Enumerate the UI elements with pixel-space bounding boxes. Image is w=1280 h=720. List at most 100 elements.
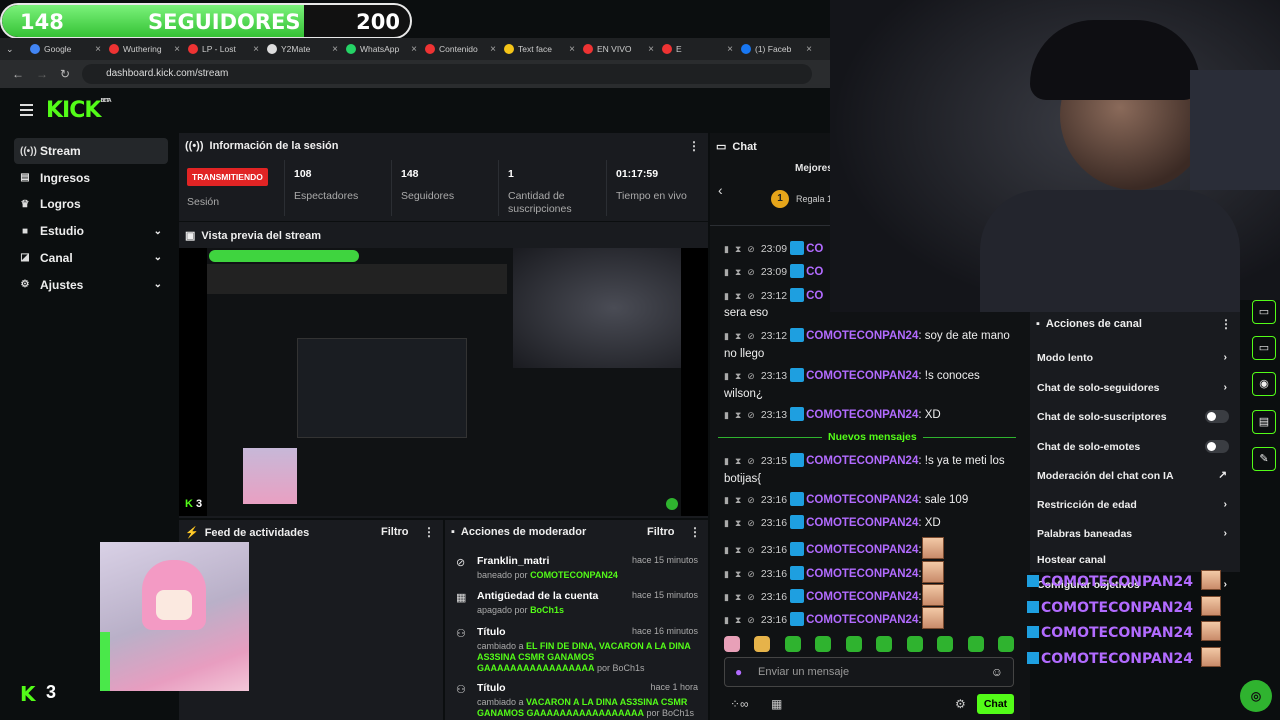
toggle-switch[interactable] (1205, 440, 1229, 453)
tab-close-icon[interactable]: × (648, 44, 654, 55)
rail-button-1[interactable]: ▭ (1252, 300, 1276, 324)
message-username[interactable]: COMOTECONPAN24 (806, 544, 918, 556)
url-field[interactable]: dashboard.kick.com/stream (82, 64, 813, 84)
toggle-switch[interactable] (1205, 410, 1229, 423)
browser-tab[interactable]: Text face × (500, 38, 579, 60)
message-username[interactable]: COMOTECONPAN24 (806, 330, 918, 342)
delete-message-icon[interactable]: ▮ (724, 569, 729, 579)
session-menu-icon[interactable]: ⋮ (688, 139, 700, 153)
mod-menu-icon[interactable]: ⋮ (689, 525, 701, 539)
reload-icon[interactable]: ↻ (60, 67, 70, 81)
ban-icon[interactable]: ⊘ (747, 456, 755, 466)
message-username[interactable]: CO (806, 266, 823, 278)
emote-picker-icon[interactable] (876, 636, 893, 652)
ban-icon[interactable]: ⊘ (747, 410, 755, 420)
delete-message-icon[interactable]: ▮ (724, 592, 729, 602)
timeout-icon[interactable]: ⧗ (735, 545, 741, 555)
browser-tab[interactable]: Wuthering × (105, 38, 184, 60)
tab-close-icon[interactable]: × (253, 44, 259, 55)
mic-icon[interactable]: ● (735, 665, 742, 679)
tab-close-icon[interactable]: × (806, 44, 812, 55)
tab-close-icon[interactable]: × (95, 44, 101, 55)
back-icon[interactable]: ← (12, 67, 24, 81)
tab-close-icon[interactable]: × (490, 44, 496, 55)
ban-icon[interactable]: ⊘ (747, 615, 755, 625)
timeout-icon[interactable]: ⧗ (735, 615, 741, 625)
ban-icon[interactable]: ⊘ (747, 518, 755, 528)
emote-picker-icon[interactable] (967, 636, 984, 652)
timeout-icon[interactable]: ⧗ (735, 331, 741, 341)
timeout-icon[interactable]: ⧗ (735, 267, 741, 277)
delete-message-icon[interactable]: ▮ (724, 456, 729, 466)
tab-close-icon[interactable]: × (727, 44, 733, 55)
rail-layout-icon[interactable]: ▤ (1252, 410, 1276, 434)
ban-icon[interactable]: ⊘ (747, 569, 755, 579)
delete-message-icon[interactable]: ▮ (724, 371, 729, 381)
emote-picker-icon[interactable] (815, 636, 832, 652)
delete-message-icon[interactable]: ▮ (724, 495, 729, 505)
message-username[interactable]: COMOTECONPAN24 (806, 494, 918, 506)
timeout-icon[interactable]: ⧗ (735, 569, 741, 579)
message-username[interactable]: COMOTECONPAN24 (806, 370, 918, 382)
sidebar-item-stream[interactable]: ((•)) Stream (14, 138, 168, 164)
tab-close-icon[interactable]: × (569, 44, 575, 55)
message-username[interactable]: CO (806, 243, 823, 255)
ban-icon[interactable]: ⊘ (747, 331, 755, 341)
channel-action-palabras-baneadas[interactable]: Palabras baneadas › (1037, 527, 1233, 540)
message-username[interactable]: COMOTECONPAN24 (806, 455, 918, 467)
activity-filter-button[interactable]: Filtro (381, 526, 409, 538)
timeout-icon[interactable]: ⧗ (735, 495, 741, 505)
sidebar-item-estudio[interactable]: ■ Estudio ⌄ (14, 218, 168, 244)
emote-picker-icon[interactable] (906, 636, 923, 652)
timeout-icon[interactable]: ⧗ (735, 518, 741, 528)
rail-chat-icon[interactable]: ▭ (1252, 336, 1276, 360)
channel-action-chat-de-solo-emotes[interactable]: Chat de solo-emotes (1037, 440, 1233, 453)
stream-preview-video[interactable]: K 3 (179, 248, 708, 516)
emote-picker-icon[interactable] (784, 636, 801, 652)
sidebar-item-ajustes[interactable]: ⚙ Ajustes ⌄ (14, 272, 168, 298)
channel-actions-menu-icon[interactable]: ⋮ (1220, 317, 1232, 331)
ban-icon[interactable]: ⊘ (747, 495, 755, 505)
browser-tab[interactable]: (1) Faceb × (737, 38, 816, 60)
browser-tab[interactable]: Y2Mate × (263, 38, 342, 60)
ban-icon[interactable]: ⊘ (747, 244, 755, 254)
emote-picker-icon[interactable] (845, 636, 862, 652)
channel-action-hostear-canal[interactable]: Hostear canal (1037, 554, 1233, 566)
channel-action-chat-de-solo-seguidores[interactable]: Chat de solo-seguidores › (1037, 381, 1233, 394)
ban-icon[interactable]: ⊘ (747, 267, 755, 277)
tab-close-icon[interactable]: × (411, 44, 417, 55)
tab-close-icon[interactable]: × (174, 44, 180, 55)
sidebar-item-logros[interactable]: ♛ Logros (14, 191, 168, 217)
delete-message-icon[interactable]: ▮ (724, 267, 729, 277)
send-chat-button[interactable]: Chat (977, 694, 1014, 714)
channel-action-modo-lento[interactable]: Modo lento › (1037, 351, 1233, 364)
browser-tab[interactable]: LP - Lost × (184, 38, 263, 60)
message-username[interactable]: COMOTECONPAN24 (806, 591, 918, 603)
message-username[interactable]: COMOTECONPAN24 (806, 568, 918, 580)
delete-message-icon[interactable]: ▮ (724, 244, 729, 254)
delete-message-icon[interactable]: ▮ (724, 545, 729, 555)
emote-picker-icon[interactable] (724, 636, 740, 652)
rail-broadcast-icon[interactable]: ◉ (1252, 372, 1276, 396)
timeout-icon[interactable]: ⧗ (735, 456, 741, 466)
ban-icon[interactable]: ⊘ (747, 291, 755, 301)
browser-tab[interactable]: EN VIVO × (579, 38, 658, 60)
delete-message-icon[interactable]: ▮ (724, 331, 729, 341)
emoji-icon[interactable]: ☺ (991, 665, 1003, 679)
message-username[interactable]: COMOTECONPAN24 (806, 517, 918, 529)
message-username[interactable]: COMOTECONPAN24 (806, 409, 918, 421)
kick-logo[interactable]: KICKBETA (46, 98, 112, 123)
rail-controller-icon[interactable]: ◎ (1240, 680, 1272, 712)
emote-picker-icon[interactable] (997, 636, 1014, 652)
ban-icon[interactable]: ⊘ (747, 371, 755, 381)
sidebar-item-ingresos[interactable]: ▤ Ingresos (14, 165, 168, 191)
channel-action-moderaci-n-del-chat-con-ia[interactable]: Moderación del chat con IA ↗ (1037, 469, 1233, 482)
emote-picker-icon[interactable] (754, 636, 771, 652)
ban-icon[interactable]: ⊘ (747, 592, 755, 602)
chat-input[interactable]: ● Enviar un mensaje ☺ (724, 657, 1014, 687)
forward-icon[interactable]: → (36, 67, 48, 81)
timeout-icon[interactable]: ⧗ (735, 244, 741, 254)
timeout-icon[interactable]: ⧗ (735, 592, 741, 602)
emote-picker-icon[interactable] (937, 636, 954, 652)
browser-tab[interactable]: E × (658, 38, 737, 60)
